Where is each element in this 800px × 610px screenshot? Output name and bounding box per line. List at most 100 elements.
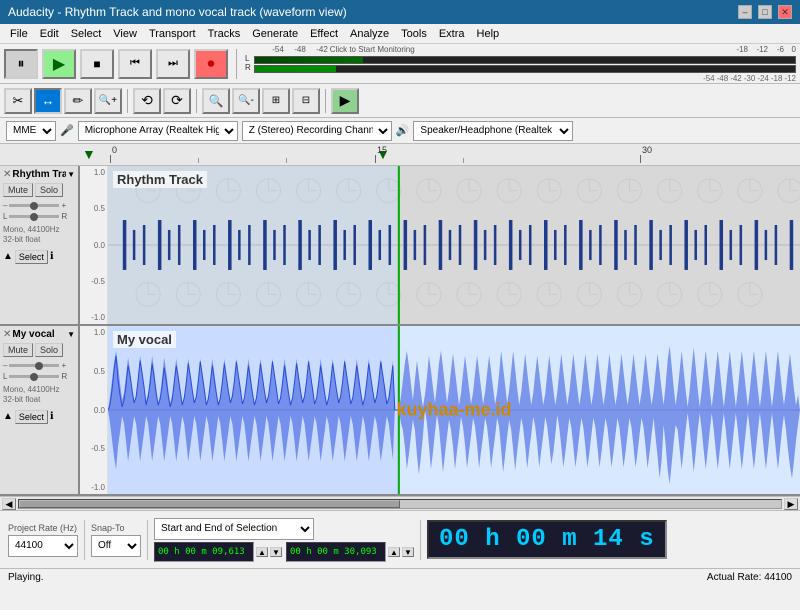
vocal-track-dropdown[interactable]: ▼ bbox=[67, 330, 75, 339]
menu-transport[interactable]: Transport bbox=[143, 26, 202, 42]
title-bar-controls[interactable]: – □ ✕ bbox=[738, 5, 792, 19]
vocal-waveform-svg bbox=[108, 326, 800, 494]
vocal-collapse-icon[interactable]: ▲ bbox=[3, 411, 13, 422]
rhythm-mute-button[interactable]: Mute bbox=[3, 183, 33, 197]
tool-zoom-in[interactable]: 🔍+ bbox=[94, 88, 122, 114]
scrollbar-thumb[interactable] bbox=[19, 500, 400, 508]
host-select[interactable]: MME bbox=[6, 121, 56, 141]
project-rate-label: Project Rate (Hz) bbox=[8, 523, 78, 533]
rhythm-select-button[interactable]: Select bbox=[15, 250, 48, 264]
skip-back-button[interactable]: ⏮ bbox=[118, 49, 152, 79]
rhythm-collapse-icon[interactable]: ▲ bbox=[3, 251, 13, 262]
lr-labels: L R bbox=[245, 55, 251, 73]
device-toolbar: MME 🎤 Microphone Array (Realtek High Z (… bbox=[0, 118, 800, 144]
menu-tracks[interactable]: Tracks bbox=[202, 26, 247, 42]
vocal-waveform-area[interactable]: My vocal kuyhaa-me.id bbox=[108, 326, 800, 494]
rhythm-track-row: ✕ Rhythm Trac ▼ Mute Solo – + L R Mono, … bbox=[0, 166, 800, 326]
vocal-track-close[interactable]: ✕ bbox=[3, 329, 11, 340]
actual-rate: Actual Rate: 44100 bbox=[707, 572, 792, 583]
vocal-y-axis: 1.0 0.5 0.0 -0.5 -1.0 bbox=[80, 326, 108, 494]
menu-view[interactable]: View bbox=[107, 26, 143, 42]
sel-end-up[interactable]: ▲ bbox=[388, 547, 400, 557]
rhythm-track-dropdown[interactable]: ▼ bbox=[67, 170, 75, 179]
selection-end-input[interactable]: 00 h 00 m 30,093 s bbox=[286, 542, 386, 562]
scrollbar-track[interactable] bbox=[18, 499, 782, 509]
tool-zoom-out-btn[interactable]: 🔍- bbox=[232, 88, 260, 114]
speaker-select[interactable]: Speaker/Headphone (Realtek High bbox=[413, 121, 573, 141]
menu-select[interactable]: Select bbox=[65, 26, 108, 42]
selection-group: Start and End of Selection 00 h 00 m 09,… bbox=[154, 518, 414, 562]
vocal-track-controls: ✕ My vocal ▼ Mute Solo – + L R Mono, 441… bbox=[0, 326, 80, 494]
tracks-container: ✕ Rhythm Trac ▼ Mute Solo – + L R Mono, … bbox=[0, 166, 800, 496]
channel-select[interactable]: Z (Stereo) Recording Chann bbox=[242, 121, 392, 141]
vocal-solo-button[interactable]: Solo bbox=[35, 343, 63, 357]
rhythm-pan-slider[interactable] bbox=[9, 215, 59, 218]
mic-icon: 🎤 bbox=[60, 124, 74, 137]
tool-zoom-in-btn[interactable]: 🔍 bbox=[202, 88, 230, 114]
selection-type-select[interactable]: Start and End of Selection bbox=[154, 518, 314, 540]
menu-analyze[interactable]: Analyze bbox=[344, 26, 395, 42]
menu-help[interactable]: Help bbox=[471, 26, 506, 42]
menu-effect[interactable]: Effect bbox=[304, 26, 344, 42]
rhythm-waveform-area[interactable]: Rhythm Track bbox=[108, 166, 800, 324]
menu-file[interactable]: File bbox=[4, 26, 34, 42]
minimize-button[interactable]: – bbox=[738, 5, 752, 19]
sel-end-down[interactable]: ▼ bbox=[402, 547, 414, 557]
title-bar: Audacity - Rhythm Track and mono vocal t… bbox=[0, 0, 800, 24]
big-timer: 00 h 00 m 14 s bbox=[427, 520, 667, 559]
vocal-select-button[interactable]: Select bbox=[15, 410, 48, 424]
playing-status: Playing. bbox=[8, 572, 44, 583]
level-meters-container: L R -54 -48 -42 Click to Start Monitorin… bbox=[245, 45, 796, 83]
skip-fwd-button[interactable]: ⏭ bbox=[156, 49, 190, 79]
vocal-track-row: ✕ My vocal ▼ Mute Solo – + L R Mono, 441… bbox=[0, 326, 800, 496]
tool-undo[interactable]: ⟲ bbox=[133, 88, 161, 114]
scroll-left-button[interactable]: ◀ bbox=[2, 498, 16, 510]
menu-edit[interactable]: Edit bbox=[34, 26, 65, 42]
scroll-right-button[interactable]: ▶ bbox=[784, 498, 798, 510]
snap-to-select[interactable]: Off bbox=[91, 535, 141, 557]
menu-extra[interactable]: Extra bbox=[433, 26, 471, 42]
timeline-ruler[interactable]: ▼ ▼ 0 15 30 bbox=[0, 144, 800, 166]
pause-button[interactable]: ⏸ bbox=[4, 49, 38, 79]
rhythm-solo-button[interactable]: Solo bbox=[35, 183, 63, 197]
tool-select[interactable]: ↔ bbox=[34, 88, 62, 114]
snap-to-label: Snap-To bbox=[91, 523, 141, 533]
vocal-track-name: My vocal bbox=[12, 329, 66, 340]
vocal-mute-button[interactable]: Mute bbox=[3, 343, 33, 357]
bottom-toolbar: Project Rate (Hz) 44100 Snap-To Off Star… bbox=[0, 510, 800, 568]
menu-tools[interactable]: Tools bbox=[395, 26, 433, 42]
rhythm-gain-slider[interactable] bbox=[9, 204, 59, 207]
close-button[interactable]: ✕ bbox=[778, 5, 792, 19]
stop-button[interactable]: ■ bbox=[80, 49, 114, 79]
project-rate-select[interactable]: 44100 bbox=[8, 535, 78, 557]
menu-generate[interactable]: Generate bbox=[246, 26, 304, 42]
rhythm-waveform-svg bbox=[108, 166, 800, 324]
selection-start-input[interactable]: 00 h 00 m 09,613 s bbox=[154, 542, 254, 562]
tool-scissors[interactable]: ✂ bbox=[4, 88, 32, 114]
microphone-select[interactable]: Microphone Array (Realtek High bbox=[78, 121, 238, 141]
rhythm-track-close[interactable]: ✕ bbox=[3, 169, 11, 180]
play-button[interactable]: ▶ bbox=[42, 49, 76, 79]
speaker-icon: 🔊 bbox=[396, 124, 410, 137]
project-rate-group: Project Rate (Hz) 44100 bbox=[8, 523, 78, 557]
record-button[interactable]: ⏺ bbox=[194, 49, 228, 79]
vocal-track-info: Mono, 44100Hz32-bit float bbox=[3, 385, 75, 406]
vocal-info-icon[interactable]: ℹ bbox=[50, 411, 54, 422]
rhythm-info-icon[interactable]: ℹ bbox=[50, 251, 54, 262]
menu-bar: File Edit Select View Transport Tracks G… bbox=[0, 24, 800, 44]
snap-to-group: Snap-To Off bbox=[91, 523, 141, 557]
maximize-button[interactable]: □ bbox=[758, 5, 772, 19]
tool-fit-track[interactable]: ⊟ bbox=[292, 88, 320, 114]
click-to-start[interactable]: Click to Start Monitoring bbox=[330, 45, 726, 54]
tool-draw[interactable]: ✏ bbox=[64, 88, 92, 114]
tool-redo[interactable]: ⟳ bbox=[163, 88, 191, 114]
vocal-gain-slider[interactable] bbox=[9, 364, 59, 367]
sel-start-down[interactable]: ▼ bbox=[270, 547, 282, 557]
tool-fit-project[interactable]: ⊞ bbox=[262, 88, 290, 114]
vocal-pan-slider[interactable] bbox=[9, 375, 59, 378]
app-title: Audacity - Rhythm Track and mono vocal t… bbox=[8, 5, 347, 19]
rhythm-track-controls: ✕ Rhythm Trac ▼ Mute Solo – + L R Mono, … bbox=[0, 166, 80, 324]
tool-play-region[interactable]: ▶ bbox=[331, 88, 359, 114]
sel-start-up[interactable]: ▲ bbox=[256, 547, 268, 557]
horizontal-scrollbar[interactable]: ◀ ▶ bbox=[0, 496, 800, 510]
